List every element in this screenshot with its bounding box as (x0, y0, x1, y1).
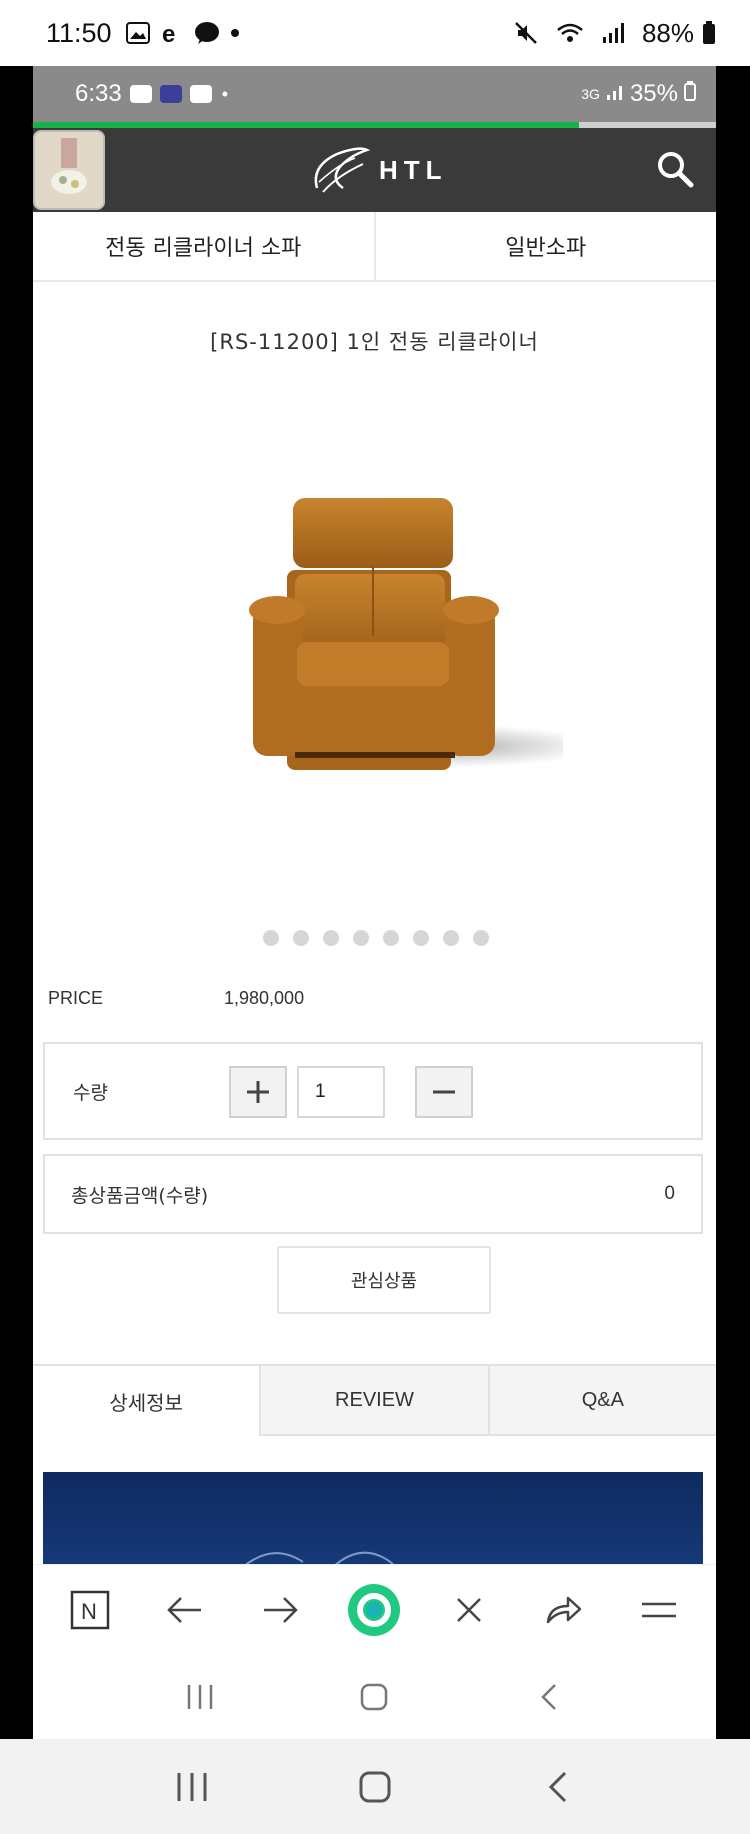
talk-badge-icon (129, 85, 152, 103)
green-home-button[interactable] (344, 1580, 404, 1640)
outer-system-nav (0, 1739, 750, 1834)
close-x-icon (457, 1597, 482, 1622)
inner-screenshot: 6:33 • 3G 35% HTL 전동 리클라이너 소파 일반소파 [RS-1… (33, 66, 716, 1739)
thumbnail-image[interactable] (33, 130, 105, 210)
quantity-label: 수량 (73, 1082, 108, 1104)
quantity-input[interactable]: 1 (297, 1066, 385, 1118)
total-price-box: 총상품금액(수량) 0 (43, 1154, 703, 1234)
htl-swirl-logo-icon (314, 147, 371, 193)
browser-toolbar: N (33, 1564, 716, 1654)
product-image[interactable] (183, 476, 603, 776)
share-button[interactable] (534, 1580, 594, 1640)
home-icon (359, 1771, 391, 1802)
recent-apps-button[interactable] (170, 1667, 230, 1727)
share-icon (546, 1596, 582, 1623)
inner-system-nav (33, 1654, 716, 1739)
menu-button[interactable] (629, 1580, 689, 1640)
search-button[interactable] (656, 150, 694, 188)
site-header: HTL (33, 128, 716, 212)
outer-status-bar: 11:50 e 88% (0, 0, 750, 66)
quantity-box: 수량 1 (43, 1042, 703, 1140)
quantity-plus-button[interactable] (229, 1066, 287, 1118)
gallery-dot[interactable] (323, 930, 339, 946)
dot-icon: • (221, 83, 229, 104)
dot-icon (230, 28, 240, 38)
gallery-dot[interactable] (443, 930, 459, 946)
app-badge-icon (159, 85, 182, 103)
minus-icon (433, 1090, 455, 1094)
quantity-minus-button[interactable] (415, 1066, 473, 1118)
gallery-dot[interactable] (383, 930, 399, 946)
recent-apps-icon (187, 1684, 213, 1709)
home-button[interactable] (345, 1757, 405, 1817)
detail-tabs: 상세정보 REVIEW Q&A (33, 1364, 716, 1436)
inner-battery-percent: 35% (629, 80, 678, 107)
svg-text:e: e (162, 21, 175, 45)
total-price-label: 총상품금액(수량) (71, 1184, 209, 1207)
kakaotalk-icon (194, 21, 220, 45)
battery-icon (684, 80, 696, 108)
home-icon (361, 1683, 388, 1710)
svg-text:N: N (81, 1599, 97, 1624)
back-arrow-icon (167, 1596, 202, 1623)
recent-apps-button[interactable] (162, 1757, 222, 1817)
gallery-dot[interactable] (353, 930, 369, 946)
menu-icon (641, 1602, 676, 1617)
gallery-dot[interactable] (413, 930, 429, 946)
wifi-icon (556, 22, 584, 44)
outer-battery-percent: 88% (641, 17, 694, 48)
mute-icon (514, 21, 538, 45)
recent-apps-icon (177, 1772, 207, 1801)
back-button[interactable] (155, 1580, 215, 1640)
gallery-dots (263, 930, 489, 946)
total-price-value: 0 (664, 1183, 675, 1204)
network-type: 3G (581, 86, 600, 102)
search-icon (658, 152, 694, 188)
naver-n-icon: N (71, 1590, 110, 1629)
detail-banner-image (43, 1472, 703, 1572)
forward-button[interactable] (250, 1580, 310, 1640)
product-title: [RS-11200] 1인 전동 리클라이너 (210, 330, 539, 354)
outer-status-time: 11:50 (46, 17, 112, 48)
forward-arrow-icon (263, 1596, 298, 1623)
price-label: PRICE (48, 988, 104, 1008)
gallery-icon (125, 22, 150, 44)
inner-status-time: 6:33 (75, 80, 122, 107)
tab-regular-sofa[interactable]: 일반소파 (373, 212, 717, 280)
back-nav-button[interactable] (519, 1667, 579, 1727)
price-row: PRICE 1,980,000 (48, 988, 708, 1009)
gallery-dot[interactable] (293, 930, 309, 946)
close-button[interactable] (439, 1580, 499, 1640)
signal-icon (602, 22, 624, 44)
tab-electric-recliner-sofa[interactable]: 전동 리클라이너 소파 (33, 212, 374, 280)
gallery-dot[interactable] (263, 930, 279, 946)
chevron-left-icon (549, 1771, 567, 1802)
chevron-left-icon (541, 1683, 556, 1710)
logo-text: HTL (379, 154, 448, 185)
green-circle-home-icon (348, 1583, 401, 1636)
category-tabs: 전동 리클라이너 소파 일반소파 (33, 212, 716, 282)
tab-qna[interactable]: Q&A (487, 1366, 716, 1436)
back-nav-button[interactable] (528, 1757, 588, 1817)
tab-details[interactable]: 상세정보 (33, 1366, 260, 1436)
signal-icon (606, 80, 624, 108)
tab-review[interactable]: REVIEW (259, 1366, 488, 1436)
price-value: 1,980,000 (224, 988, 305, 1008)
edge-e-icon: e (160, 21, 184, 45)
inner-status-bar: 6:33 • 3G 35% (33, 66, 716, 122)
battery-icon (702, 21, 716, 45)
naver-n-button[interactable]: N (60, 1580, 120, 1640)
gallery-dot[interactable] (473, 930, 489, 946)
youtube-icon (189, 85, 212, 103)
plus-icon (247, 1081, 269, 1103)
wishlist-button[interactable]: 관심상품 (277, 1246, 491, 1314)
htl-logo[interactable]: HTL (309, 142, 448, 198)
home-button[interactable] (344, 1667, 404, 1727)
